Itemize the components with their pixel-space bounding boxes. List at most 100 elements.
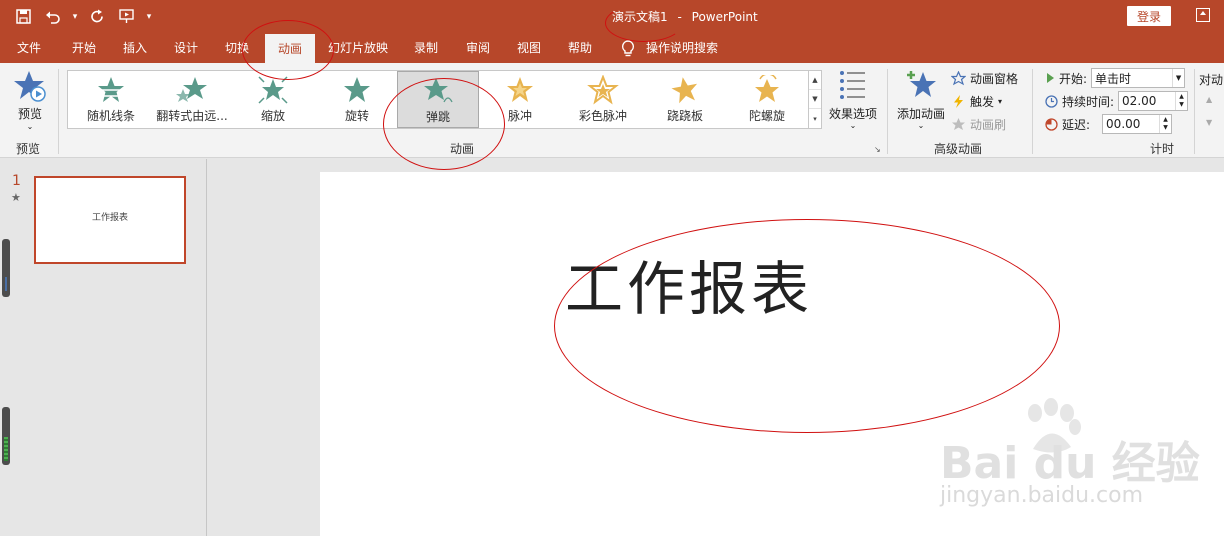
group-divider [1194, 69, 1195, 154]
start-row: 开始: 单击时 ▼ [1045, 67, 1186, 89]
trigger-label: 触发 [970, 94, 995, 109]
preview-group-label: 预览 [16, 142, 41, 156]
app-name: PowerPoint [691, 10, 758, 24]
tab-view[interactable]: 视图 [517, 33, 541, 63]
start-select[interactable]: 单击时 ▼ [1091, 68, 1186, 88]
animation-pulse[interactable]: 脉冲 [488, 71, 552, 128]
animation-group-label: 动画 [450, 142, 475, 156]
tab-transitions[interactable]: 切换 [225, 33, 249, 63]
tab-home[interactable]: 开始 [72, 33, 96, 63]
tab-help[interactable]: 帮助 [568, 33, 592, 63]
animation-bounce[interactable]: 弹跳 [397, 71, 479, 128]
trigger-button[interactable]: 触发 ▾ [951, 91, 1002, 111]
slide-animation-star-icon: ★ [11, 191, 21, 204]
slide-number: 1 [12, 173, 21, 189]
group-divider [58, 69, 59, 154]
animation-painter-button[interactable]: 动画刷 [951, 114, 1006, 134]
advanced-animation-group-label: 高级动画 [934, 142, 983, 156]
preview-dropdown-icon[interactable]: ⌄ [12, 122, 48, 131]
slide-thumbnail[interactable]: 工作报表 [34, 176, 186, 264]
undo-dropdown-icon[interactable]: ▾ [70, 4, 80, 30]
animation-label: 跷跷板 [666, 109, 703, 123]
tell-me-search[interactable]: 操作说明搜索 [646, 33, 718, 63]
ribbon-display-options-icon[interactable] [1196, 8, 1210, 22]
spin-emphasis-star-icon [755, 75, 779, 102]
tab-record[interactable]: 录制 [414, 33, 438, 63]
animation-gallery: 随机线条 翻转式由远... 缩放 旋转 弹跳 脉冲 彩色脉冲 跷跷板 陀螺旋 [67, 70, 809, 129]
animation-color-pulse[interactable]: 彩色脉冲 [568, 71, 638, 128]
animation-grow-turn[interactable]: 翻转式由远... [152, 71, 232, 128]
start-value: 单击时 [1095, 71, 1132, 86]
gallery-more-icon[interactable]: ▾ [809, 109, 821, 128]
redo-icon[interactable] [84, 4, 110, 30]
pulse-star-icon [507, 77, 533, 102]
preview-star-icon [14, 71, 46, 102]
animation-random-bars[interactable]: 随机线条 [76, 71, 146, 128]
tab-review[interactable]: 审阅 [466, 33, 490, 63]
lightbulb-icon [621, 40, 635, 57]
tab-insert[interactable]: 插入 [123, 33, 147, 63]
animation-spin-emphasis[interactable]: 陀螺旋 [732, 71, 802, 128]
start-play-icon [1047, 73, 1054, 83]
move-later-icon[interactable]: ▼ [1206, 118, 1212, 127]
start-dropdown-icon[interactable]: ▼ [1172, 69, 1184, 87]
present-from-beginning-icon[interactable] [114, 4, 140, 30]
dialog-launcher-icon[interactable]: ↘ [874, 145, 881, 154]
slide-thumbnail-text: 工作报表 [91, 213, 128, 223]
gallery-scroll-down-icon[interactable]: ▼ [809, 90, 821, 109]
animation-label: 脉冲 [507, 109, 532, 123]
animation-zoom[interactable]: 缩放 [238, 71, 308, 128]
pane-scrollbar[interactable] [2, 239, 10, 297]
animation-pane-icon [951, 70, 966, 85]
delay-input[interactable]: 00.00 ▲ ▼ [1102, 114, 1173, 134]
preview-button[interactable]: 预览 ⌄ [12, 69, 48, 131]
undo-icon[interactable] [40, 4, 66, 30]
watermark: Bai du 经验 jingyan.baidu.com [935, 397, 1215, 517]
color-pulse-star-icon [587, 75, 619, 105]
login-button[interactable]: 登录 [1127, 6, 1171, 26]
animation-spin[interactable]: 旋转 [322, 71, 392, 128]
clock-icon [1045, 94, 1058, 108]
title-bar: ▾ ▾ 演示文稿1 - PowerPoint 登录 [0, 0, 1224, 33]
grow-turn-star-icon [176, 77, 207, 102]
duration-row: 持续时间: 02.00 ▲ ▼ [1045, 90, 1189, 112]
slide-canvas[interactable]: 工作报表 Bai du 经验 jingyan.baidu.com [320, 172, 1224, 536]
duration-value: 02.00 [1122, 94, 1157, 108]
animation-painter-icon [952, 117, 965, 130]
pane-scrollbar-lower[interactable] [2, 407, 10, 465]
animation-pane-label: 动画窗格 [970, 71, 1019, 86]
duration-label: 持续时间: [1062, 94, 1115, 109]
watermark-main: Bai du 经验 [940, 438, 1200, 489]
effect-options-label: 效果选项 [828, 107, 877, 121]
animation-pane-button[interactable]: 动画窗格 [951, 68, 1018, 88]
customize-qat-icon[interactable]: ▾ [144, 4, 154, 30]
watermark-sub: jingyan.baidu.com [940, 483, 1144, 508]
trigger-dropdown-icon: ▾ [998, 96, 1003, 106]
gallery-scroll-up-icon[interactable]: ▲ [809, 71, 821, 90]
animation-painter-label: 动画刷 [970, 117, 1007, 132]
animation-teeter[interactable]: 跷跷板 [650, 71, 720, 128]
teeter-star-icon [671, 77, 698, 104]
tab-design[interactable]: 设计 [174, 33, 198, 63]
tab-animations[interactable]: 动画 [265, 34, 315, 63]
add-animation-label: 添加动画 [896, 107, 945, 121]
bounce-star-icon [424, 78, 453, 103]
start-label: 开始: [1059, 71, 1088, 86]
animation-label: 旋转 [344, 109, 369, 123]
effect-options-button[interactable]: 效果选项 ⌄ [826, 68, 880, 134]
delay-clock-icon [1045, 117, 1058, 131]
duration-input[interactable]: 02.00 ▲ ▼ [1118, 91, 1189, 111]
tab-file[interactable]: 文件 [17, 33, 41, 63]
add-animation-dropdown-icon: ⌄ [917, 121, 925, 130]
tab-slide-show[interactable]: 幻灯片放映 [328, 33, 388, 63]
effect-options-dropdown-icon: ⌄ [849, 121, 857, 130]
duration-spinner-icon[interactable]: ▲ ▼ [1175, 92, 1187, 110]
title-separator: - [677, 10, 682, 24]
trigger-lightning-icon [954, 94, 963, 108]
group-divider [887, 69, 888, 154]
move-earlier-icon[interactable]: ▲ [1206, 95, 1212, 104]
save-icon[interactable] [10, 4, 36, 30]
add-animation-button[interactable]: 添加动画 ⌄ [895, 68, 947, 136]
delay-spinner-icon[interactable]: ▲ ▼ [1159, 115, 1171, 133]
slide-title-text[interactable]: 工作报表 [565, 242, 813, 326]
